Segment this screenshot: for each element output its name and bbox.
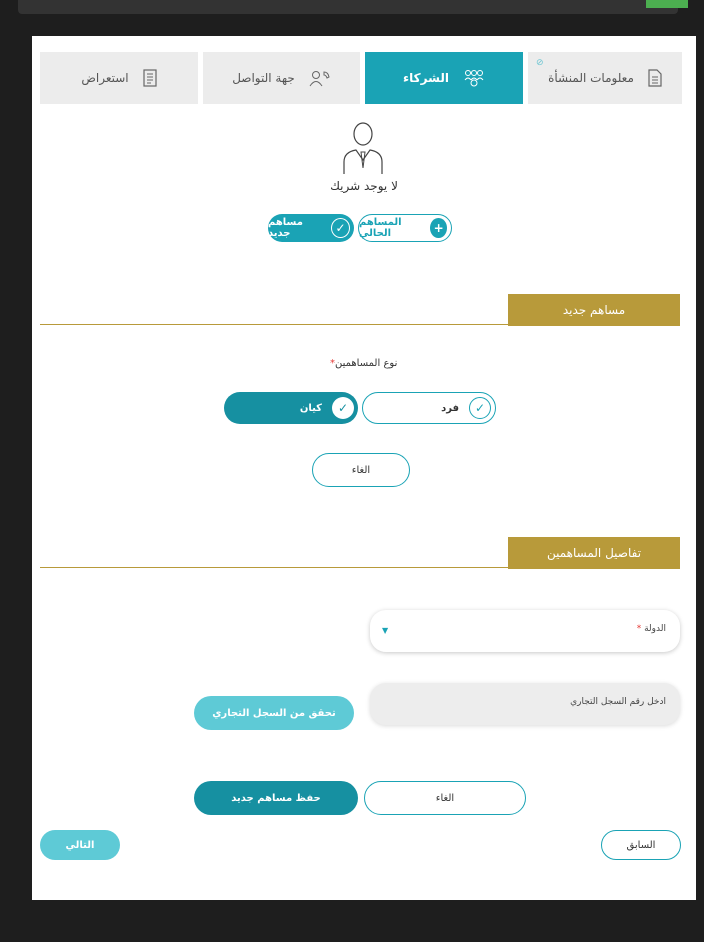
- chevron-down-icon: ▼: [382, 626, 389, 635]
- button-label: التالي: [65, 839, 95, 851]
- tab-label: جهة التواصل: [232, 71, 295, 85]
- check-icon: ✓: [331, 218, 350, 238]
- device-frame: ⊘ معلومات المنشأة الشركاء جهة التواصل اس…: [0, 0, 704, 942]
- section-title: تفاصيل المساهمين: [546, 546, 642, 560]
- section-title: مساهم جديد: [562, 303, 626, 317]
- commercial-register-input[interactable]: ادخل رقم السجل التجاري: [370, 683, 680, 725]
- option-label: فرد: [441, 402, 459, 414]
- document-icon: [648, 69, 662, 87]
- cancel-type-button[interactable]: الغاء: [312, 453, 410, 487]
- no-partner-text: لا يوجد شريك: [330, 179, 398, 193]
- app-screen: ⊘ معلومات المنشأة الشركاء جهة التواصل اس…: [32, 36, 696, 900]
- required-star: *: [636, 624, 642, 634]
- check-icon: ✓: [332, 397, 354, 419]
- new-shareholder-header: مساهم جديد: [508, 294, 680, 326]
- device-bezel: [18, 0, 678, 14]
- tab-review[interactable]: استعراض: [40, 52, 198, 104]
- tab-label: الشركاء: [403, 71, 449, 85]
- button-label: تحقق من السجل التجاري: [212, 707, 336, 719]
- section-divider: [40, 324, 680, 325]
- shareholder-type-text: نوع المساهمين: [335, 358, 398, 369]
- shareholder-details-header: تفاصيل المساهمين: [508, 537, 680, 569]
- option-individual[interactable]: فرد ✓: [362, 392, 496, 424]
- contact-phone-icon: [309, 69, 331, 87]
- completed-check-icon: ⊘: [536, 58, 544, 68]
- tab-partners[interactable]: الشركاء: [365, 52, 523, 104]
- new-shareholder-label: مساهم جديد: [268, 217, 303, 239]
- new-shareholder-button[interactable]: مساهم جديد ✓: [268, 214, 354, 242]
- country-label: * الدولة: [637, 624, 666, 634]
- tab-label: استعراض: [81, 71, 129, 85]
- previous-button[interactable]: السابق: [601, 830, 681, 860]
- person-placeholder-icon: [338, 120, 388, 178]
- tab-label: معلومات المنشأة: [548, 71, 634, 85]
- review-document-icon: [143, 69, 157, 87]
- tab-contact[interactable]: جهة التواصل: [203, 52, 360, 104]
- button-label: السابق: [626, 839, 656, 851]
- verify-register-button[interactable]: تحقق من السجل التجاري: [194, 696, 354, 730]
- country-label-text: الدولة: [644, 624, 666, 634]
- next-button[interactable]: التالي: [40, 830, 120, 860]
- button-label: الغاء: [435, 792, 455, 804]
- plus-icon: +: [430, 218, 447, 238]
- cancel-details-button[interactable]: الغاء: [364, 781, 526, 815]
- button-label: الغاء: [351, 464, 371, 476]
- group-icon: [463, 69, 485, 87]
- option-entity[interactable]: كيان ✓: [224, 392, 358, 424]
- shareholder-type-label: *نوع المساهمين: [330, 358, 397, 369]
- existing-shareholder-label: المساهم الحالي: [359, 217, 402, 239]
- tab-establishment-info[interactable]: ⊘ معلومات المنشأة: [528, 52, 682, 104]
- section-divider: [40, 567, 680, 568]
- option-label: كيان: [299, 402, 322, 414]
- button-label: حفظ مساهم جديد: [231, 792, 321, 804]
- status-indicator: [646, 0, 688, 8]
- existing-shareholder-button[interactable]: المساهم الحالي +: [358, 214, 452, 242]
- country-select[interactable]: * الدولة ▼: [370, 610, 680, 652]
- save-shareholder-button[interactable]: حفظ مساهم جديد: [194, 781, 358, 815]
- check-icon: ✓: [469, 397, 491, 419]
- cr-placeholder: ادخل رقم السجل التجاري: [570, 697, 666, 707]
